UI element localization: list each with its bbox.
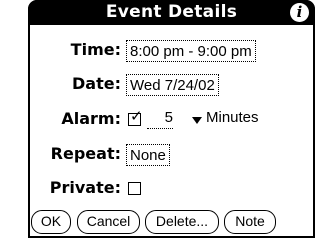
note-button[interactable]: Note [224, 210, 276, 234]
chevron-down-icon[interactable] [192, 117, 202, 124]
event-details-dialog: Event Details i Time: 8:00 pm - 9:00 pm … [28, 0, 315, 238]
dialog-title: Event Details [105, 2, 238, 22]
alarm-label: Alarm: [61, 109, 121, 128]
info-icon[interactable]: i [290, 3, 309, 22]
cancel-button[interactable]: Cancel [77, 210, 140, 234]
repeat-label: Repeat: [50, 144, 121, 163]
time-label: Time: [70, 40, 121, 59]
date-label: Date: [72, 74, 121, 93]
date-field[interactable]: Wed 7/24/02 [126, 74, 219, 96]
private-checkbox[interactable] [128, 182, 141, 195]
repeat-field[interactable]: None [126, 144, 170, 166]
private-label: Private: [49, 178, 121, 197]
title-bar: Event Details i [28, 0, 315, 25]
alarm-minutes-field[interactable]: 5 [147, 108, 173, 129]
ok-button[interactable]: OK [31, 210, 71, 234]
alarm-checkbox[interactable]: ✓ [128, 109, 143, 126]
checkmark-icon: ✓ [130, 107, 143, 125]
delete-button[interactable]: Delete... [145, 210, 219, 234]
alarm-units-selector[interactable]: Minutes [206, 109, 259, 126]
time-field[interactable]: 8:00 pm - 9:00 pm [126, 40, 256, 62]
